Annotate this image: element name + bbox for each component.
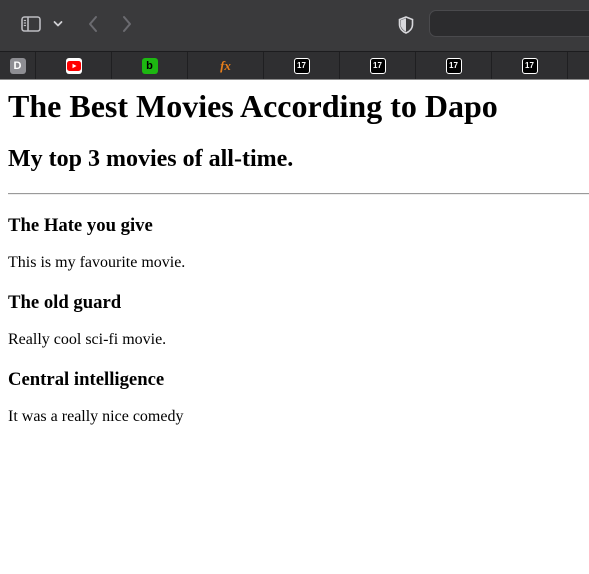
favorite-overflow — [568, 52, 589, 79]
browser-toolbar — [0, 0, 589, 52]
tradingview-icon: 17 — [293, 57, 310, 74]
movie-title: The Hate you give — [8, 215, 153, 236]
chevron-down-icon[interactable] — [52, 17, 64, 31]
address-bar[interactable] — [429, 10, 589, 37]
forward-arrow-icon[interactable] — [118, 14, 136, 34]
movie-description: This is my favourite movie. — [8, 254, 186, 271]
movie-title: The old guard — [8, 292, 122, 313]
favorite-tradingview-2[interactable]: 17 — [340, 52, 416, 79]
tradingview-icon: 17 — [521, 57, 538, 74]
favorite-youtube[interactable] — [36, 52, 112, 79]
favorite-tradingview-4[interactable]: 17 — [492, 52, 568, 79]
favorite-d[interactable]: D — [0, 52, 36, 79]
favorite-b[interactable]: b — [112, 52, 188, 79]
favorite-fx[interactable]: fx — [188, 52, 264, 79]
movie-description: It was a really nice comedy — [8, 408, 184, 425]
movie-description: Really cool sci-fi movie. — [8, 331, 167, 348]
page-title: The Best Movies According to Dapo — [8, 88, 498, 124]
tradingview-icon: 17 — [369, 57, 386, 74]
sidebar-toggle-icon[interactable] — [20, 15, 42, 33]
privacy-shield-icon[interactable] — [397, 15, 415, 35]
movie-title: Central intelligence — [8, 369, 165, 390]
back-arrow-icon[interactable] — [84, 14, 102, 34]
favorite-tradingview-1[interactable]: 17 — [264, 52, 340, 79]
youtube-icon — [65, 57, 82, 74]
page-content: The Best Movies According to Dapo My top… — [8, 80, 589, 426]
movie-item: The Hate you give This is my favourite m… — [8, 215, 589, 272]
d-letter-icon: D — [9, 57, 26, 74]
movie-item: The old guard Really cool sci-fi movie. — [8, 292, 589, 349]
fx-icon: fx — [220, 57, 231, 73]
favorites-bar: D b fx 17 17 17 17 — [0, 52, 589, 80]
favorite-tradingview-3[interactable]: 17 — [416, 52, 492, 79]
movie-item: Central intelligence It was a really nic… — [8, 369, 589, 426]
page-subtitle: My top 3 movies of all-time. — [8, 146, 294, 172]
b-letter-icon: b — [141, 57, 158, 74]
tradingview-icon: 17 — [445, 57, 462, 74]
divider — [8, 193, 589, 195]
